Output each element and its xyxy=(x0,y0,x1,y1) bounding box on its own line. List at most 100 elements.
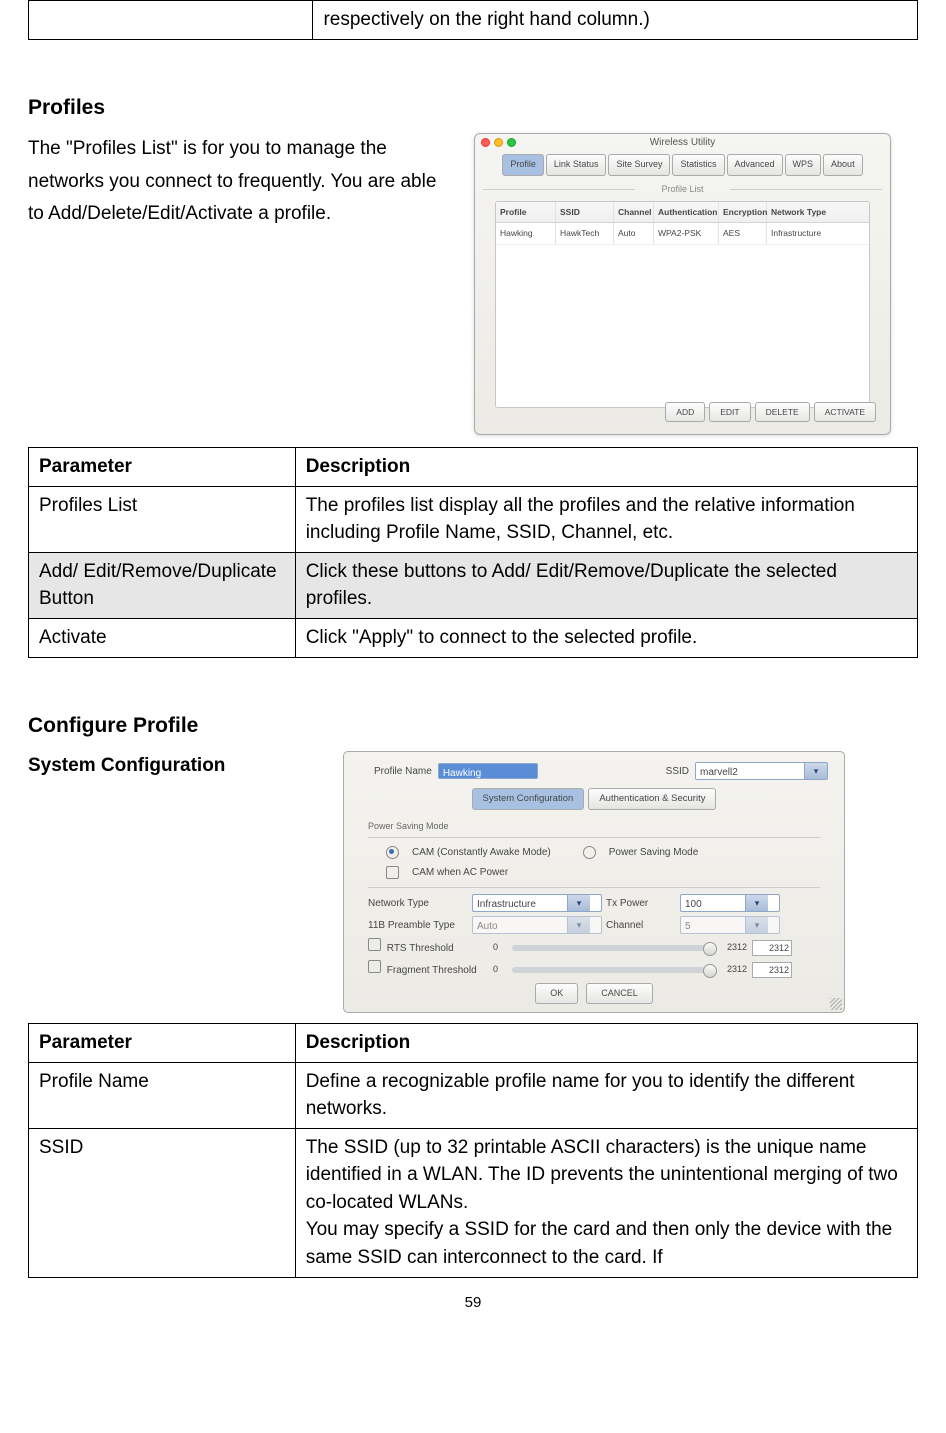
td-param: Profile Name xyxy=(29,1062,296,1128)
col-network-type: Network Type xyxy=(767,202,847,222)
profile-name-input[interactable]: Hawking xyxy=(438,763,538,779)
frag-max: 2312 xyxy=(717,962,747,977)
col-profile: Profile xyxy=(496,202,556,222)
td-param: Add/ Edit/Remove/Duplicate Button xyxy=(29,552,296,618)
cell-ssid: HawkTech xyxy=(556,223,614,243)
cell-auth: WPA2-PSK xyxy=(654,223,719,243)
frag-value[interactable]: 2312 xyxy=(752,962,792,978)
tx-power-label: Tx Power xyxy=(606,895,676,912)
cam-label: CAM (Constantly Awake Mode) xyxy=(412,844,551,861)
page-number: 59 xyxy=(28,1290,918,1316)
psm-label: Power Saving Mode xyxy=(609,844,699,861)
cell-encryption: AES xyxy=(719,223,767,243)
rts-checkbox[interactable] xyxy=(368,938,381,951)
preamble-combo[interactable]: Auto ▾ xyxy=(472,916,602,934)
frag-min: 0 xyxy=(493,962,507,977)
tab-auth-security[interactable]: Authentication & Security xyxy=(588,788,716,810)
frag-checkbox[interactable] xyxy=(368,960,381,973)
channel-combo[interactable]: 5 ▾ xyxy=(680,916,780,934)
tab-bar: Profile Link Status Site Survey Statisti… xyxy=(475,152,890,179)
profiles-param-table: Parameter Description Profiles List The … xyxy=(28,447,918,657)
chevron-down-icon: ▾ xyxy=(745,917,768,933)
th-parameter: Parameter xyxy=(29,1024,296,1063)
cell-profile: Hawking xyxy=(496,223,556,243)
config-param-table: Parameter Description Profile Name Defin… xyxy=(28,1023,918,1277)
cancel-button[interactable]: CANCEL xyxy=(586,983,653,1004)
close-icon[interactable] xyxy=(481,138,490,147)
top-cell-empty xyxy=(29,1,313,40)
system-configuration-label: System Configuration xyxy=(28,751,333,780)
tab-system-configuration[interactable]: System Configuration xyxy=(472,788,585,810)
td-desc: Click "Apply" to connect to the selected… xyxy=(295,618,917,657)
window-title: Wireless Utility xyxy=(650,137,716,148)
col-encryption: Encryption xyxy=(719,202,767,222)
delete-button[interactable]: DELETE xyxy=(755,402,810,422)
psm-radio[interactable] xyxy=(583,846,596,859)
chevron-down-icon: ▾ xyxy=(804,763,827,779)
window-titlebar: Wireless Utility xyxy=(475,134,890,152)
td-desc: The profiles list display all the profil… xyxy=(295,486,917,552)
top-partial-table: respectively on the right hand column.) xyxy=(28,0,918,40)
rts-max: 2312 xyxy=(717,940,747,955)
wireless-utility-window: Wireless Utility Profile Link Status Sit… xyxy=(474,133,891,435)
tab-site-survey[interactable]: Site Survey xyxy=(608,154,670,175)
profiles-heading: Profiles xyxy=(28,90,918,126)
tab-profile[interactable]: Profile xyxy=(502,154,544,175)
td-param: Activate xyxy=(29,618,296,657)
tab-link-status[interactable]: Link Status xyxy=(546,154,607,175)
chevron-down-icon: ▾ xyxy=(567,895,590,911)
chevron-down-icon: ▾ xyxy=(745,895,768,911)
th-description: Description xyxy=(295,1024,917,1063)
resize-handle-icon[interactable] xyxy=(830,998,842,1010)
network-type-label: Network Type xyxy=(368,895,468,912)
table-header: Profile SSID Channel Authentication Encr… xyxy=(496,202,869,223)
configure-profile-heading: Configure Profile xyxy=(28,708,918,744)
ssid-label: SSID xyxy=(666,763,689,780)
activate-button[interactable]: ACTIVATE xyxy=(814,402,876,422)
profiles-intro: The "Profiles List" is for you to manage… xyxy=(28,133,456,230)
frag-slider[interactable] xyxy=(512,967,712,973)
profile-list-section-title: Profile List xyxy=(483,182,882,197)
cell-channel: Auto xyxy=(614,223,654,243)
td-param: Profiles List xyxy=(29,486,296,552)
rts-slider[interactable] xyxy=(512,945,712,951)
add-button[interactable]: ADD xyxy=(665,402,705,422)
preamble-value: Auto xyxy=(473,917,567,933)
tx-power-value: 100 xyxy=(681,895,745,911)
channel-value: 5 xyxy=(681,917,745,933)
chevron-down-icon: ▾ xyxy=(567,917,590,933)
system-configuration-text: System Configuration xyxy=(28,755,225,776)
col-ssid: SSID xyxy=(556,202,614,222)
rts-value[interactable]: 2312 xyxy=(752,940,792,956)
th-parameter: Parameter xyxy=(29,448,296,487)
tab-about[interactable]: About xyxy=(823,154,863,175)
channel-label: Channel xyxy=(606,917,676,934)
ssid-combo[interactable]: marvell2 ▾ xyxy=(695,762,828,780)
top-cell-text: respectively on the right hand column.) xyxy=(313,1,918,40)
tab-wps[interactable]: WPS xyxy=(785,154,822,175)
system-configuration-dialog: Profile Name Hawking SSID marvell2 ▾ Sys… xyxy=(343,751,845,1013)
td-desc: Define a recognizable profile name for y… xyxy=(295,1062,917,1128)
tab-statistics[interactable]: Statistics xyxy=(672,154,724,175)
rts-label: RTS Threshold xyxy=(387,943,454,954)
cam-ac-label: CAM when AC Power xyxy=(412,864,508,881)
button-row: ADD EDIT DELETE ACTIVATE xyxy=(665,402,876,422)
edit-button[interactable]: EDIT xyxy=(709,402,750,422)
zoom-icon[interactable] xyxy=(507,138,516,147)
cell-network: Infrastructure xyxy=(767,223,847,243)
table-row[interactable]: Hawking HawkTech Auto WPA2-PSK AES Infra… xyxy=(496,223,869,244)
preamble-label: 11B Preamble Type xyxy=(368,917,468,934)
config-tab-bar: System Configuration Authentication & Se… xyxy=(344,784,844,814)
frag-label: Fragment Threshold xyxy=(387,965,477,976)
cam-radio[interactable] xyxy=(386,846,399,859)
network-type-combo[interactable]: Infrastructure ▾ xyxy=(472,894,602,912)
ok-button[interactable]: OK xyxy=(535,983,578,1004)
tx-power-combo[interactable]: 100 ▾ xyxy=(680,894,780,912)
network-type-value: Infrastructure xyxy=(473,895,567,911)
cam-ac-checkbox[interactable] xyxy=(386,866,399,879)
col-auth: Authentication xyxy=(654,202,719,222)
minimize-icon[interactable] xyxy=(494,138,503,147)
td-desc: The SSID (up to 32 printable ASCII chara… xyxy=(295,1128,917,1277)
col-channel: Channel xyxy=(614,202,654,222)
tab-advanced[interactable]: Advanced xyxy=(727,154,783,175)
